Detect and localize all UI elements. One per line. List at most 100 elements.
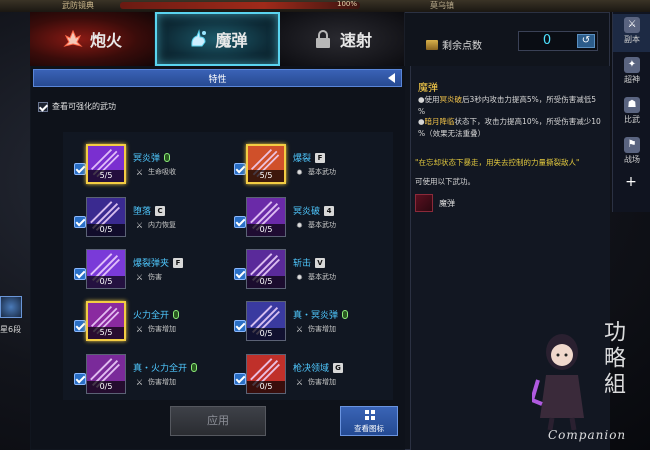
points-label: 剩余点数 [426,37,482,52]
apply-button[interactable]: 应用 [170,406,266,436]
skill-card[interactable]: 5/5 火力全开 ⚔ 伤害增加 [63,297,233,349]
sidebar-item-label: 副本 [624,35,640,44]
skill-icon[interactable]: 0/5 [86,197,126,237]
view-icons-button[interactable]: 查看图标 [340,406,398,436]
sidebar-item-chaoshen[interactable]: ✦ 超神 [613,54,650,92]
magic-hand-icon [187,28,209,50]
tab-modan-label: 魔弹 [215,31,248,50]
skill-type-label: 基本武功 [308,221,336,229]
hotkey-badge: V [315,257,326,268]
skill-checkbox[interactable] [234,216,246,228]
skill-checkbox[interactable] [234,320,246,332]
skill-icon[interactable]: 5/5 [246,144,286,184]
top-health-bar [120,2,360,9]
sidebar-add-button[interactable]: + [612,170,650,194]
skill-card[interactable]: 5/5 冥炎弹 ⚔ 生命吸收 [63,140,233,192]
skill-name-text: 火力全开 [133,311,170,321]
show-upgradable-label: 查看可强化的武功 [52,102,116,111]
points-value: 0 [542,33,552,48]
sun-icon: ✹ [296,220,303,230]
skill-type-label: 生命吸收 [148,168,176,176]
sword-icon: ⚔ [295,324,304,334]
skill-card[interactable]: 0/5 爆裂弹夹 F ⚔ 伤害 [63,245,233,297]
hotkey-badge: G [333,362,344,373]
skill-name-text: 枪决领域 [293,364,330,374]
sword-icon: ⚔ [135,324,144,334]
flame-hand-icon [62,28,84,50]
skill-name-text: 冥炎弹 [133,154,161,164]
sidebar-item-label: 比武 [624,115,640,124]
usable-skill-item[interactable]: 魔弹 [415,194,455,212]
tab-paohuo[interactable]: 炮火 [30,12,155,66]
show-upgradable-checkbox[interactable] [38,101,48,112]
skill-name: 堕落 C [133,204,166,217]
skill-name-text: 爆裂弹夹 [133,259,170,269]
sidebar-item-fuben[interactable]: ⚔ 副本 [613,14,650,52]
skill-icon[interactable]: 0/5 [246,249,286,289]
skill-name: 真・火力全开 [133,361,198,374]
skill-level: 0/5 [247,381,285,393]
god-icon: ✦ [624,57,640,73]
top-strip-title: 武防镜典 [62,1,94,10]
location-name: 莫乌镇 [430,1,454,10]
skill-icon[interactable]: 0/5 [86,354,126,394]
skill-icon[interactable]: 5/5 [86,301,126,341]
skill-card[interactable]: 0/5 枪决领域 G ⚔ 伤害增加 [223,350,393,402]
skill-type-label: 内力恢复 [148,221,176,229]
skill-card[interactable]: 0/5 真・火力全开 ⚔ 伤害增加 [63,350,233,402]
skill-icon[interactable]: 0/5 [86,249,126,289]
skill-card[interactable]: 0/5 堕落 C ⚔ 内力恢复 [63,193,233,245]
skill-icon[interactable]: 0/5 [246,301,286,341]
skill-type: ⚔ 生命吸收 [135,167,176,177]
hotkey-badge: C [155,205,166,216]
skill-checkbox[interactable] [74,373,86,385]
skill-level: 5/5 [88,327,124,339]
rank-icon[interactable] [0,296,22,318]
skill-name: 爆裂 F [293,151,326,164]
skill-type: ✹ 基本武功 [295,272,336,282]
skill-checkbox[interactable] [74,163,86,175]
view-icons-label: 查看图标 [354,424,384,433]
hotkey-badge: F [173,257,184,268]
skill-checkbox[interactable] [234,373,246,385]
sidebar-item-biwu[interactable]: ☗ 比武 [613,94,650,132]
description-title: 魔弹 [418,83,438,94]
collapse-arrow-icon [388,73,395,83]
skill-card[interactable]: 5/5 爆裂 F ✹ 基本武功 [223,140,393,192]
skill-icon[interactable]: 0/5 [246,197,286,237]
section-header-texing[interactable]: 特性 [33,69,402,87]
mouse-icon [342,310,349,319]
skill-icon[interactable]: 0/5 [246,354,286,394]
tab-modan[interactable]: 魔弹 [155,12,280,66]
skill-type: ⚔ 伤害 [135,272,162,282]
skill-level: 0/5 [87,224,125,236]
skill-card[interactable]: 0/5 斩击 V ✹ 基本武功 [223,245,393,297]
skill-icon[interactable]: 5/5 [86,144,126,184]
skill-level: 5/5 [88,170,124,182]
mascot-character-image [532,334,584,430]
sidebar-item-zhanchang[interactable]: ⚑ 战场 [613,134,650,172]
sword-icon: ⚔ [135,377,144,387]
skill-checkbox[interactable] [74,320,86,332]
skill-card[interactable]: 0/5 真・冥炎弹 ⚔ 伤害增加 [223,297,393,349]
skill-checkbox[interactable] [234,268,246,280]
skill-checkbox[interactable] [74,268,86,280]
skill-card[interactable]: 0/5 冥炎破 4 ✹ 基本武功 [223,193,393,245]
sword-icon: ⚔ [135,272,144,282]
skill-checkbox[interactable] [74,216,86,228]
battlefield-icon: ⚑ [624,137,640,153]
show-upgradable-filter[interactable]: 查看可强化的武功 [38,101,116,112]
skill-points-row: 剩余点数 0 ↺ [410,26,610,56]
dungeon-icon: ⚔ [624,17,640,33]
skill-name: 真・冥炎弹 [293,308,349,321]
section-header-label: 特性 [208,75,227,85]
tab-sushe[interactable]: 速射 [280,12,405,66]
skill-type: ✹ 基本武功 [295,167,336,177]
skill-type: ⚔ 内力恢复 [135,220,176,230]
reset-points-button[interactable]: ↺ [577,34,595,48]
tab-sushe-label: 速射 [339,31,372,50]
mouse-icon [164,153,171,162]
left-edge-hud: 星6段 [0,296,30,336]
skill-checkbox[interactable] [234,163,246,175]
hotkey-badge: 4 [324,205,335,216]
